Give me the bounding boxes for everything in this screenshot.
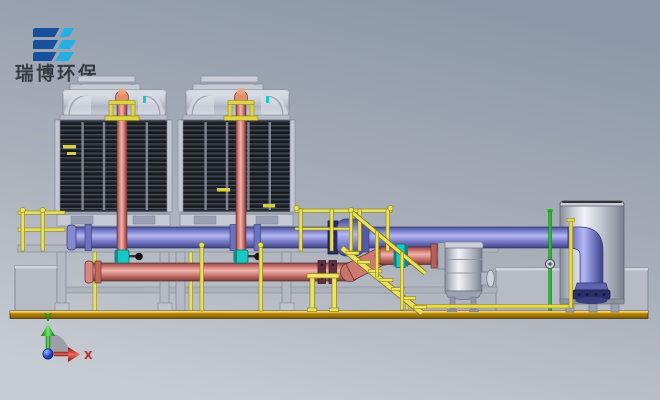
origin-ball [43, 349, 53, 359]
handrail-post [41, 211, 45, 251]
x-axis-label: X [84, 349, 93, 362]
tank-leg [589, 304, 597, 312]
cad-render-viewport: 瑞博环保 [0, 0, 660, 400]
handrail-post [21, 211, 25, 251]
stair-post [400, 252, 403, 310]
tank-leg [611, 304, 619, 312]
return-end-cap [85, 261, 93, 283]
left-equipment-box [15, 266, 57, 311]
vessel-leg [450, 297, 455, 311]
x-axis-arrow [54, 352, 70, 356]
handrail-post [299, 209, 302, 251]
platform-handrail [295, 209, 392, 212]
stair-post [375, 231, 378, 277]
handrail-post [200, 246, 204, 311]
handrail-post [330, 209, 333, 251]
vessel-inlet-flange [438, 243, 445, 270]
handrail-post [259, 246, 263, 311]
vessel-shell [445, 248, 482, 291]
frame-post [160, 252, 169, 311]
pipe-flange [85, 225, 92, 251]
pipe-flange [95, 261, 101, 283]
pipe-flange [431, 244, 437, 268]
frame-post [282, 252, 291, 311]
cooling-tower-1 [55, 76, 172, 226]
valve-handle-ball [135, 253, 143, 261]
handrail-post [189, 252, 193, 311]
stair-post [349, 211, 352, 251]
frame-post [176, 252, 185, 311]
vessel-leg [471, 297, 476, 311]
skid-base-platform [10, 311, 648, 319]
y-axis-label: Y [43, 311, 53, 324]
pipe-flange [230, 225, 237, 251]
deck-rail-lower [57, 287, 497, 293]
header-end-cap [67, 225, 76, 250]
scene-canvas: 瑞博环保 [0, 0, 660, 400]
nozzle-flange [487, 270, 495, 287]
frame-post [57, 252, 66, 311]
